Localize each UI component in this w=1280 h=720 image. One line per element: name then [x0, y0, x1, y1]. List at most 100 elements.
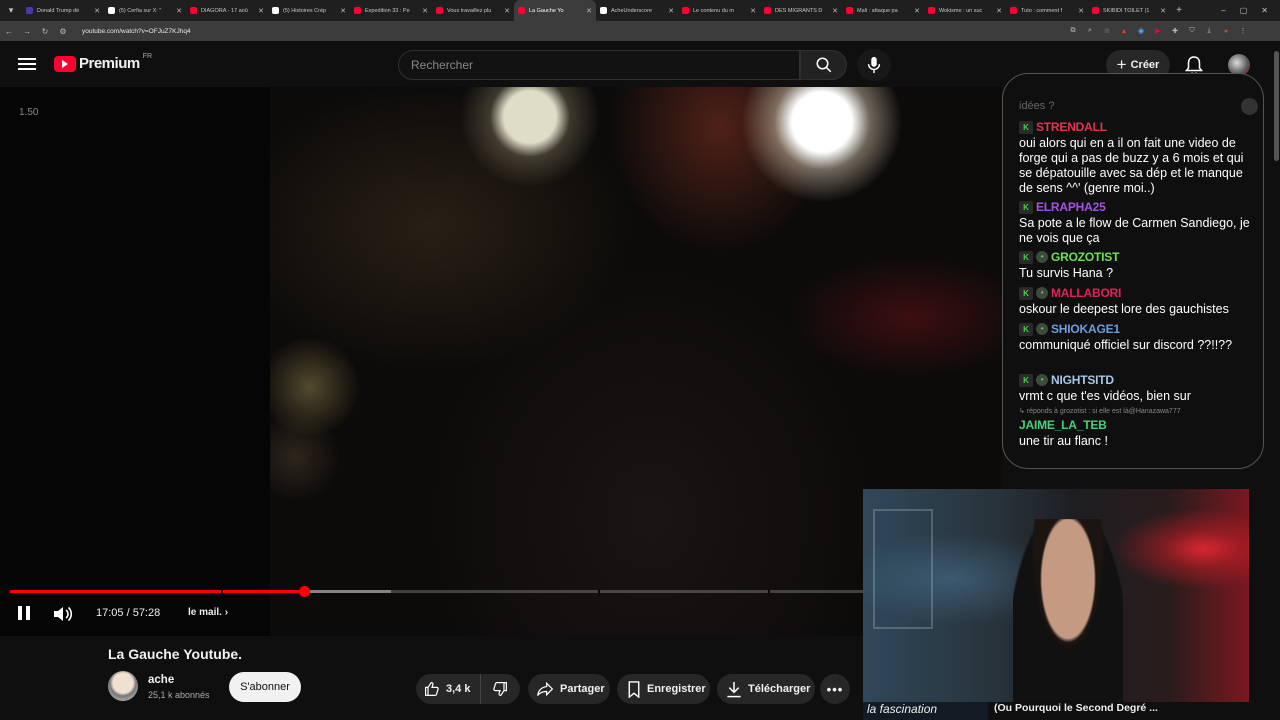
create-label: Créer	[1130, 59, 1160, 71]
tab-title: Vous travaillez plu	[447, 7, 492, 14]
browser-tab[interactable]: SKIBIDI TOILET (1 ✕	[1088, 0, 1170, 21]
subscribe-button[interactable]: S'abonner	[229, 672, 301, 702]
chat-close-icon[interactable]	[1241, 98, 1258, 115]
page-scrollbar[interactable]	[1273, 41, 1280, 720]
subscriber-badge-icon: ◕	[1036, 323, 1048, 335]
chat-partial-message: idées ?	[1019, 100, 1055, 112]
channel-avatar[interactable]	[108, 671, 138, 701]
url-field[interactable]: youtube.com/watch?v=OFJuZ7KJhq4	[82, 28, 1062, 35]
scrubber-handle[interactable]	[299, 586, 311, 597]
webcam-streamer	[1013, 519, 1123, 702]
profile-icon[interactable]: ●	[1219, 24, 1233, 38]
browser-tab[interactable]: Vous travaillez plu ✕	[432, 0, 514, 21]
tab-close-icon[interactable]: ✕	[668, 7, 674, 15]
plus-icon: +	[1116, 55, 1127, 74]
chat-message-text: une tir au flanc !	[1019, 434, 1108, 448]
tab-close-icon[interactable]: ✕	[1160, 7, 1166, 15]
chapter-button[interactable]: le mail. ›	[188, 607, 228, 618]
search-button[interactable]	[800, 50, 847, 80]
new-tab-plus-icon[interactable]: +	[1170, 5, 1188, 16]
tab-close-icon[interactable]: ✕	[340, 7, 346, 15]
chat-username: NIGHTSITD	[1051, 373, 1114, 387]
browser-tab[interactable]: AcheUnderscore ✕	[596, 0, 678, 21]
tab-close-icon[interactable]: ✕	[914, 7, 920, 15]
browser-tab[interactable]: (5) Cerfia sur X: " ✕	[104, 0, 186, 21]
tab-title: Wokisme : un suc	[939, 7, 983, 14]
forward-arrow-icon[interactable]: →	[18, 27, 36, 36]
browser-tab[interactable]: La Gauche Yo ✕	[514, 0, 596, 21]
reload-icon[interactable]: ↻	[36, 27, 54, 36]
minimize-icon[interactable]: –	[1221, 6, 1225, 15]
tab-close-icon[interactable]: ✕	[422, 7, 428, 15]
youtube-premium-logo[interactable]: Premium FR	[54, 53, 153, 72]
country-code: FR	[142, 53, 153, 60]
pause-button[interactable]	[18, 606, 32, 622]
kick-badge-icon: K	[1019, 322, 1033, 336]
tab-close-icon[interactable]: ✕	[996, 7, 1002, 15]
tab-close-icon[interactable]: ✕	[94, 7, 100, 15]
downloads-icon[interactable]: ⤓	[1202, 24, 1216, 38]
back-arrow-icon[interactable]: ←	[0, 27, 18, 36]
logo-text: Premium	[79, 55, 140, 72]
maximize-icon[interactable]: ▢	[1240, 6, 1248, 15]
browser-tab[interactable]: (5) Histoires Crép ✕	[268, 0, 350, 21]
scrollbar-thumb[interactable]	[1274, 51, 1279, 161]
browser-tab[interactable]: Tuto : comment f ✕	[1006, 0, 1088, 21]
tab-close-icon[interactable]: ✕	[750, 7, 756, 15]
share-button[interactable]: Partager	[528, 674, 610, 704]
zoom-icon[interactable]: ⌕	[1083, 24, 1097, 38]
browser-tab[interactable]: DIAGORA - 17 aoû ✕	[186, 0, 268, 21]
browser-tab[interactable]: DES MIGRANTS D ✕	[760, 0, 842, 21]
install-app-icon[interactable]: ⧉	[1066, 24, 1080, 38]
chat-message-text: oui alors qui en a il on fait une video …	[1019, 136, 1244, 195]
extension-blue-icon[interactable]: ◉	[1134, 24, 1148, 38]
browser-tab[interactable]: Le contenu du m ✕	[678, 0, 760, 21]
extension-puzzle-icon[interactable]: ✚	[1168, 24, 1182, 38]
volume-button[interactable]	[53, 605, 73, 623]
close-window-icon[interactable]: ✕	[1261, 6, 1268, 15]
chapter-label: le mail.	[188, 607, 222, 618]
tab-close-icon[interactable]: ✕	[1078, 7, 1084, 15]
tab-close-icon[interactable]: ✕	[258, 7, 264, 15]
menu-icon[interactable]	[16, 53, 38, 75]
progress-played	[10, 590, 305, 593]
bell-icon	[1185, 56, 1203, 75]
voice-search-button[interactable]	[857, 49, 891, 81]
browser-tab[interactable]: Expedition 33 : Pe ✕	[350, 0, 432, 21]
tab-close-icon[interactable]: ✕	[832, 7, 838, 15]
bookmark-star-icon[interactable]: ☆	[1100, 24, 1114, 38]
tab-title: DIAGORA - 17 aoû	[201, 7, 248, 14]
extension-youtube-icon[interactable]: ▶	[1151, 24, 1165, 38]
video-title: La Gauche Youtube.	[108, 646, 243, 662]
chapter-divider	[598, 590, 600, 593]
browser-tab[interactable]: Donald Trump dé ✕	[22, 0, 104, 21]
tab-favicon-icon	[190, 7, 197, 14]
like-button[interactable]: 3,4 k	[416, 674, 481, 704]
download-button[interactable]: Télécharger	[717, 674, 815, 704]
video-player[interactable]: 1.50 17:05 / 57:28 le mail. ›	[0, 87, 1002, 636]
tab-close-icon[interactable]: ✕	[586, 7, 592, 15]
chapter-divider	[221, 590, 223, 593]
time-display: 17:05 / 57:28	[96, 607, 161, 619]
site-info-icon[interactable]: ⚙	[54, 27, 72, 36]
tab-close-icon[interactable]: ✕	[176, 7, 182, 15]
pause-icon	[18, 606, 22, 620]
search-input[interactable]	[399, 51, 799, 79]
browser-tab[interactable]: Mali : attaque pa ✕	[842, 0, 924, 21]
thumbs-up-icon	[425, 681, 439, 696]
kick-badge-icon: K	[1019, 286, 1033, 300]
browser-menu-icon[interactable]: ⋮	[1236, 24, 1250, 38]
save-button[interactable]: Enregistrer	[617, 674, 710, 704]
dislike-button[interactable]	[481, 674, 519, 704]
browser-tab[interactable]: Wokisme : un suc ✕	[924, 0, 1006, 21]
progress-bar[interactable]	[10, 586, 1000, 597]
extension-red-icon[interactable]: ▲	[1117, 24, 1131, 38]
tab-close-icon[interactable]: ✕	[504, 7, 510, 15]
channel-name[interactable]: ache	[148, 674, 174, 686]
chat-message-text: Sa pote a le flow de Carmen Sandiego, je…	[1019, 216, 1250, 245]
tab-favicon-icon	[272, 7, 279, 14]
shield-icon[interactable]: ⛉	[1185, 24, 1199, 38]
extensions-area: ⧉ ⌕ ☆ ▲ ◉ ▶ ✚ ⛉ ⤓ ● ⋮	[1066, 24, 1280, 38]
tab-search-icon[interactable]: ▾	[0, 0, 22, 21]
more-actions-button[interactable]: •••	[820, 674, 850, 704]
